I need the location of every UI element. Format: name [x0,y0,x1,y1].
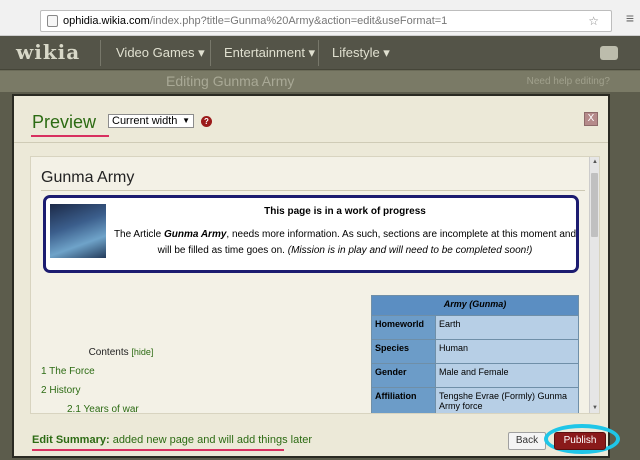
annotation-underline [31,135,109,137]
nav-divider [210,40,211,66]
notice-title: This page is in a work of progress [264,206,426,217]
infobox-title: Army (Gunma) [371,295,579,316]
infobox-row: Homeworld Earth [371,315,579,340]
nav-divider [318,40,319,66]
infobox-value: Human [435,339,579,364]
url-path: /index.php?title=Gunma%20Army&action=edi… [149,15,448,27]
page-icon [47,15,58,27]
notice-article-name: Gunma Army [163,229,227,240]
nav-entertainment[interactable]: Entertainment ▾ [224,45,315,61]
infobox-key: Affiliation [371,387,436,413]
chat-icon[interactable] [600,46,618,60]
annotation-underline [32,449,284,451]
notice-image [50,204,106,258]
infobox-key: Gender [371,363,436,388]
notice-box: This page is in a work of progress The A… [43,195,579,273]
scroll-thumb[interactable] [591,173,598,237]
infobox-value: Earth [435,315,579,340]
preview-content: Gunma Army This page is in a work of pro… [30,156,600,414]
wikia-global-header: wikia Video Games ▾ Entertainment ▾ Life… [0,36,640,92]
need-help-link[interactable]: Need help editing? [527,71,610,92]
modal-title: Preview [32,112,97,132]
infobox-key: Homeworld [371,315,436,340]
notice-body: The Article Gunma Army, needs more infor… [110,227,580,259]
toc-item[interactable]: 2 History [41,385,201,396]
editor-bar: Editing Gunma Army Need help editing? [0,71,640,92]
toc-label: The Force [49,366,95,377]
toc-num: 2 [41,385,47,396]
infobox-row: Affiliation Tengshe Evrae (Formly) Gunma … [371,387,579,413]
edit-summary-label: Edit Summary: [32,434,110,446]
browser-menu-icon[interactable]: ≡ [626,10,634,26]
scroll-up-icon[interactable]: ▲ [590,159,599,165]
table-of-contents: Contents [hide] 1 The Force 2 History 2.… [41,345,201,414]
nav-lifestyle[interactable]: Lifestyle ▾ [332,45,390,61]
toc-label: Years of war [83,404,139,414]
toc-item[interactable]: 2.1 Years of war [41,404,201,414]
toc-header: Contents [hide] [41,345,201,358]
infobox-key: Species [371,339,436,364]
editing-label: Editing Gunma Army [166,73,295,89]
toc-item[interactable]: 1 The Force [41,366,201,377]
browser-toolbar: ophidia.wikia.com/index.php?title=Gunma%… [0,0,640,36]
infobox-value: Tengshe Evrae (Formly) Gunma Army force [435,387,579,413]
title-rule [41,190,585,191]
width-select[interactable]: Current width ▼ [108,114,194,128]
toc-title: Contents [88,347,129,358]
width-select-value: Current width [112,115,178,127]
preview-modal: Preview Current width ▼ ? X Gunma Army T… [12,94,620,458]
toc-num: 1 [41,366,47,377]
scroll-down-icon[interactable]: ▼ [590,405,599,411]
toc-num: 2.1 [67,404,81,414]
url-host: ophidia.wikia.com [63,15,150,27]
wikia-logo[interactable]: wikia [16,40,80,64]
infobox-row: Species Human [371,339,579,364]
edit-summary-text: added new page and will add things later [109,434,313,446]
article-title: Gunma Army [41,169,135,186]
publish-button[interactable]: Publish [554,432,606,450]
dropdown-arrow-icon: ▼ [182,116,190,125]
infobox-row: Gender Male and Female [371,363,579,388]
help-icon[interactable]: ? [201,116,212,127]
global-nav: wikia Video Games ▾ Entertainment ▾ Life… [0,36,640,70]
nav-video-games[interactable]: Video Games ▾ [116,45,205,61]
infobox: Army (Gunma) Homeworld Earth Species Human… [371,295,579,413]
divider [14,142,608,143]
toc-label: History [49,385,81,396]
back-button[interactable]: Back [508,432,546,450]
address-bar[interactable]: ophidia.wikia.com/index.php?title=Gunma%… [40,10,612,32]
star-icon[interactable]: ☆ [588,11,605,31]
preview-scrollbar[interactable]: ▲ ▼ [589,157,599,413]
close-button[interactable]: X [584,112,598,126]
notice-mission: (Mission is in play and will need to be … [287,245,533,256]
nav-divider [100,40,101,66]
toc-hide-link[interactable]: [hide] [131,347,153,357]
infobox-value: Male and Female [435,363,579,388]
edit-summary: Edit Summary: added new page and will ad… [32,434,312,446]
notice-text-start: The Article [113,229,164,240]
